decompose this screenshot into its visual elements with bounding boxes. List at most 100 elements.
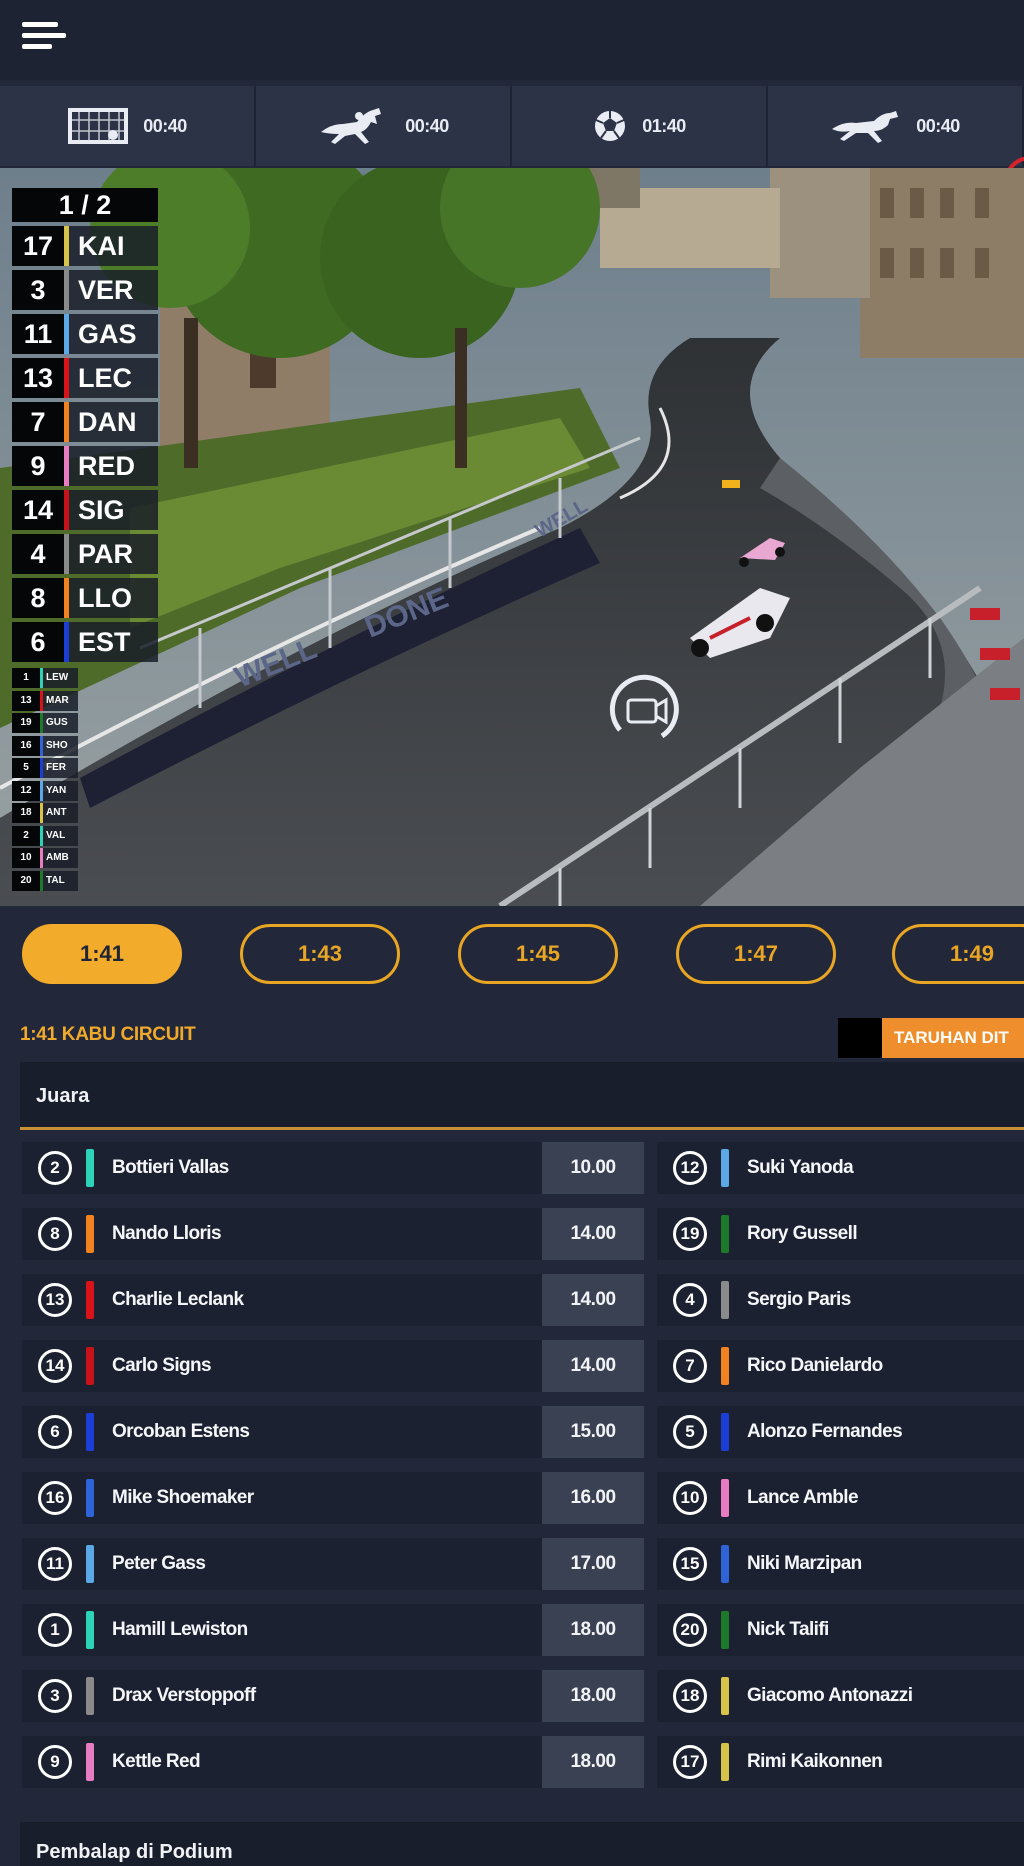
- leaderboard-position: 13: [12, 690, 40, 711]
- driver-selection-row[interactable]: 3 Drax Verstoppoff 18.00: [22, 1670, 644, 1722]
- team-color-bar: [86, 1281, 94, 1319]
- driver-code: GAS: [69, 314, 158, 354]
- odds-button[interactable]: 10.00: [542, 1142, 644, 1194]
- hamburger-menu-icon[interactable]: [22, 22, 66, 56]
- driver-number-badge: 14: [38, 1349, 72, 1383]
- odds-button[interactable]: 18.00: [542, 1670, 644, 1722]
- driver-name: Hamill Lewiston: [112, 1619, 248, 1640]
- driver-name: Peter Gass: [112, 1553, 206, 1574]
- horse-racing-icon: [317, 106, 391, 146]
- driver-selection-row[interactable]: 10 Lance Amble: [657, 1472, 1024, 1524]
- odds-button[interactable]: 18.00: [542, 1604, 644, 1656]
- driver-name: Mike Shoemaker: [112, 1487, 254, 1508]
- driver-selection-row[interactable]: 13 Charlie Leclank 14.00: [22, 1274, 644, 1326]
- driver-selection-row[interactable]: 12 Suki Yanoda: [657, 1142, 1024, 1194]
- leaderboard-row: 7 DAN: [12, 402, 158, 442]
- driver-selection-row[interactable]: 5 Alonzo Fernandes: [657, 1406, 1024, 1458]
- game-tab-time: 01:40: [642, 115, 686, 136]
- driver-selection-row[interactable]: 6 Orcoban Estens 15.00: [22, 1406, 644, 1458]
- driver-name: Sergio Paris: [747, 1289, 851, 1310]
- driver-number-badge: 20: [673, 1613, 707, 1647]
- driver-name: Charlie Leclank: [112, 1289, 244, 1310]
- driver-selection-row[interactable]: 19 Rory Gussell: [657, 1208, 1024, 1260]
- odds-button[interactable]: 17.00: [542, 1538, 644, 1590]
- odds-button[interactable]: 18.00: [542, 1736, 644, 1788]
- odds-button[interactable]: 16.00: [542, 1472, 644, 1524]
- leaderboard-position: 17: [12, 226, 64, 266]
- app-root: 00:40 00:40 01:40 00:40 WELL DONE WELL 1…: [0, 0, 1024, 1866]
- driver-selection-row[interactable]: 9 Kettle Red 18.00: [22, 1736, 644, 1788]
- leaderboard-position: 13: [12, 358, 64, 398]
- odds-button[interactable]: 14.00: [542, 1274, 644, 1326]
- leaderboard-row-small: 12 YAN: [12, 780, 78, 801]
- leaderboard-position: 9: [12, 446, 64, 486]
- driver-code: LLO: [69, 578, 158, 618]
- race-time-1-43-button[interactable]: 1:43: [240, 924, 400, 984]
- driver-selection-row[interactable]: 16 Mike Shoemaker 16.00: [22, 1472, 644, 1524]
- team-color-bar: [86, 1545, 94, 1583]
- team-color-bar: [721, 1413, 729, 1451]
- driver-code: VAL: [43, 825, 78, 846]
- driver-number-badge: 4: [673, 1283, 707, 1317]
- race-video-player[interactable]: WELL DONE WELL 1 / 2 17 KAI 3 VER 11 GAS…: [0, 168, 1024, 906]
- game-tab-horse[interactable]: 00:40: [256, 86, 512, 166]
- leaderboard-row-small: 20 TAL: [12, 870, 78, 891]
- driver-name: Bottieri Vallas: [112, 1157, 229, 1178]
- team-color-bar: [86, 1743, 94, 1781]
- leaderboard-row: 17 KAI: [12, 226, 158, 266]
- leaderboard-position: 7: [12, 402, 64, 442]
- driver-name: Rico Danielardo: [747, 1355, 883, 1376]
- driver-selection-row[interactable]: 4 Sergio Paris: [657, 1274, 1024, 1326]
- market-title-winner: Juara: [20, 1062, 1024, 1130]
- odds-button[interactable]: 15.00: [542, 1406, 644, 1458]
- odds-button[interactable]: 14.00: [542, 1208, 644, 1260]
- driver-selection-row[interactable]: 15 Niki Marzipan: [657, 1538, 1024, 1590]
- leaderboard-page-indicator: 1 / 2: [12, 188, 158, 222]
- driver-number-badge: 8: [38, 1217, 72, 1251]
- leaderboard-position: 5: [12, 758, 40, 778]
- race-time-1-49-button[interactable]: 1:49: [892, 924, 1024, 984]
- game-tab-football[interactable]: 00:40: [0, 86, 256, 166]
- game-tab-soccer[interactable]: 01:40: [512, 86, 768, 166]
- driver-number-badge: 19: [673, 1217, 707, 1251]
- driver-selection-row[interactable]: 7 Rico Danielardo: [657, 1340, 1024, 1392]
- leaderboard-position: 2: [12, 825, 40, 846]
- team-color-bar: [86, 1611, 94, 1649]
- camera-switch-icon[interactable]: [600, 668, 686, 754]
- leaderboard-row: 6 EST: [12, 622, 158, 662]
- driver-selection-row[interactable]: 8 Nando Lloris 14.00: [22, 1208, 644, 1260]
- team-color-bar: [86, 1149, 94, 1187]
- race-time-1-41-button[interactable]: 1:41: [22, 924, 182, 984]
- driver-selection-row[interactable]: 1 Hamill Lewiston 18.00: [22, 1604, 644, 1656]
- leaderboard-position: 12: [12, 780, 40, 801]
- driver-number-badge: 15: [673, 1547, 707, 1581]
- bet-slip-toggle[interactable]: [838, 1018, 882, 1058]
- game-tab-greyhound[interactable]: 00:40: [768, 86, 1024, 166]
- leaderboard-position: 6: [12, 622, 64, 662]
- driver-selection-row[interactable]: 11 Peter Gass 17.00: [22, 1538, 644, 1590]
- race-time-1-47-button[interactable]: 1:47: [676, 924, 836, 984]
- driver-code: YAN: [43, 780, 78, 801]
- driver-selection-row[interactable]: 2 Bottieri Vallas 10.00: [22, 1142, 644, 1194]
- race-time-1-45-button[interactable]: 1:45: [458, 924, 618, 984]
- odds-button[interactable]: 14.00: [542, 1340, 644, 1392]
- leaderboard-position: 11: [12, 314, 64, 354]
- team-color-bar: [721, 1347, 729, 1385]
- leaderboard-position: 4: [12, 534, 64, 574]
- place-bet-button[interactable]: TARUHAN DIT: [882, 1018, 1024, 1058]
- driver-selection-row[interactable]: 18 Giacomo Antonazzi: [657, 1670, 1024, 1722]
- driver-selection-row[interactable]: 17 Rimi Kaikonnen: [657, 1736, 1024, 1788]
- driver-selection-row[interactable]: 20 Nick Talifi: [657, 1604, 1024, 1656]
- team-color-bar: [86, 1677, 94, 1715]
- driver-number-badge: 7: [673, 1349, 707, 1383]
- leaderboard-row: 9 RED: [12, 446, 158, 486]
- leaderboard-row: 13 LEC: [12, 358, 158, 398]
- leaderboard-position: 8: [12, 578, 64, 618]
- leaderboard-row-small: 5 FER: [12, 758, 78, 778]
- driver-name: Carlo Signs: [112, 1355, 212, 1376]
- game-tab-time: 00:40: [143, 115, 187, 136]
- driver-selection-row[interactable]: 14 Carlo Signs 14.00: [22, 1340, 644, 1392]
- leaderboard-position: 16: [12, 735, 40, 756]
- driver-code: LEC: [69, 358, 158, 398]
- driver-code: SHO: [43, 735, 78, 756]
